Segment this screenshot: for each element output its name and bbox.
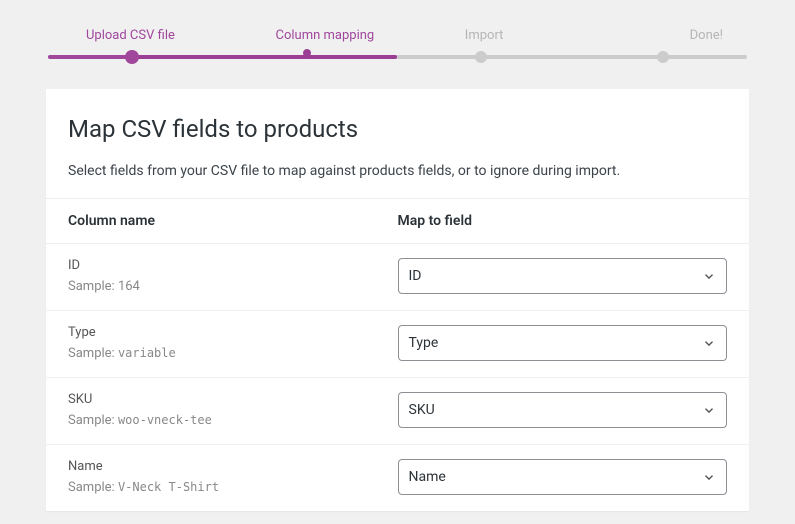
progress-stepper: Upload CSV file Column mapping Import Do… <box>0 0 795 75</box>
page-title: Map CSV fields to products <box>68 115 727 143</box>
column-name: ID <box>68 258 398 273</box>
map-select-name[interactable]: Name <box>398 459 728 495</box>
progress-track <box>48 55 747 59</box>
table-row: Type Sample: variable Type <box>46 311 749 378</box>
table-row: SKU Sample: woo-vneck-tee SKU <box>46 378 749 445</box>
table-header-column-name: Column name <box>68 213 398 229</box>
column-sample: Sample: 164 <box>68 279 398 294</box>
step-upload: Upload CSV file <box>46 28 245 43</box>
chevron-down-icon <box>702 470 716 484</box>
step-done: Done! <box>564 28 749 43</box>
map-select-id[interactable]: ID <box>398 258 728 294</box>
mapping-rows: ID Sample: 164 ID <box>46 244 749 511</box>
select-value: Name <box>409 469 446 485</box>
step-dot-4 <box>657 51 669 63</box>
select-value: SKU <box>409 402 435 418</box>
table-header-row: Column name Map to field <box>46 198 749 244</box>
column-name: Name <box>68 459 398 474</box>
column-name: SKU <box>68 392 398 407</box>
step-dot-1 <box>125 50 139 64</box>
table-row: Name Sample: V-Neck T-Shirt Name <box>46 445 749 511</box>
chevron-down-icon <box>702 336 716 350</box>
column-name: Type <box>68 325 398 340</box>
map-select-type[interactable]: Type <box>398 325 728 361</box>
chevron-down-icon <box>702 269 716 283</box>
mapping-card: Map CSV fields to products Select fields… <box>46 89 749 511</box>
select-value: Type <box>409 335 439 351</box>
column-sample: Sample: V-Neck T-Shirt <box>68 480 398 495</box>
step-dot-2 <box>303 49 311 57</box>
select-value: ID <box>409 268 422 284</box>
column-sample: Sample: woo-vneck-tee <box>68 413 398 428</box>
step-import: Import <box>405 28 564 43</box>
step-mapping: Column mapping <box>245 28 404 43</box>
chevron-down-icon <box>702 403 716 417</box>
table-header-map-to-field: Map to field <box>398 213 728 229</box>
column-sample: Sample: variable <box>68 346 398 361</box>
page-subtitle: Select fields from your CSV file to map … <box>68 161 727 182</box>
table-row: ID Sample: 164 ID <box>46 244 749 311</box>
step-dot-3 <box>475 51 487 63</box>
map-select-sku[interactable]: SKU <box>398 392 728 428</box>
